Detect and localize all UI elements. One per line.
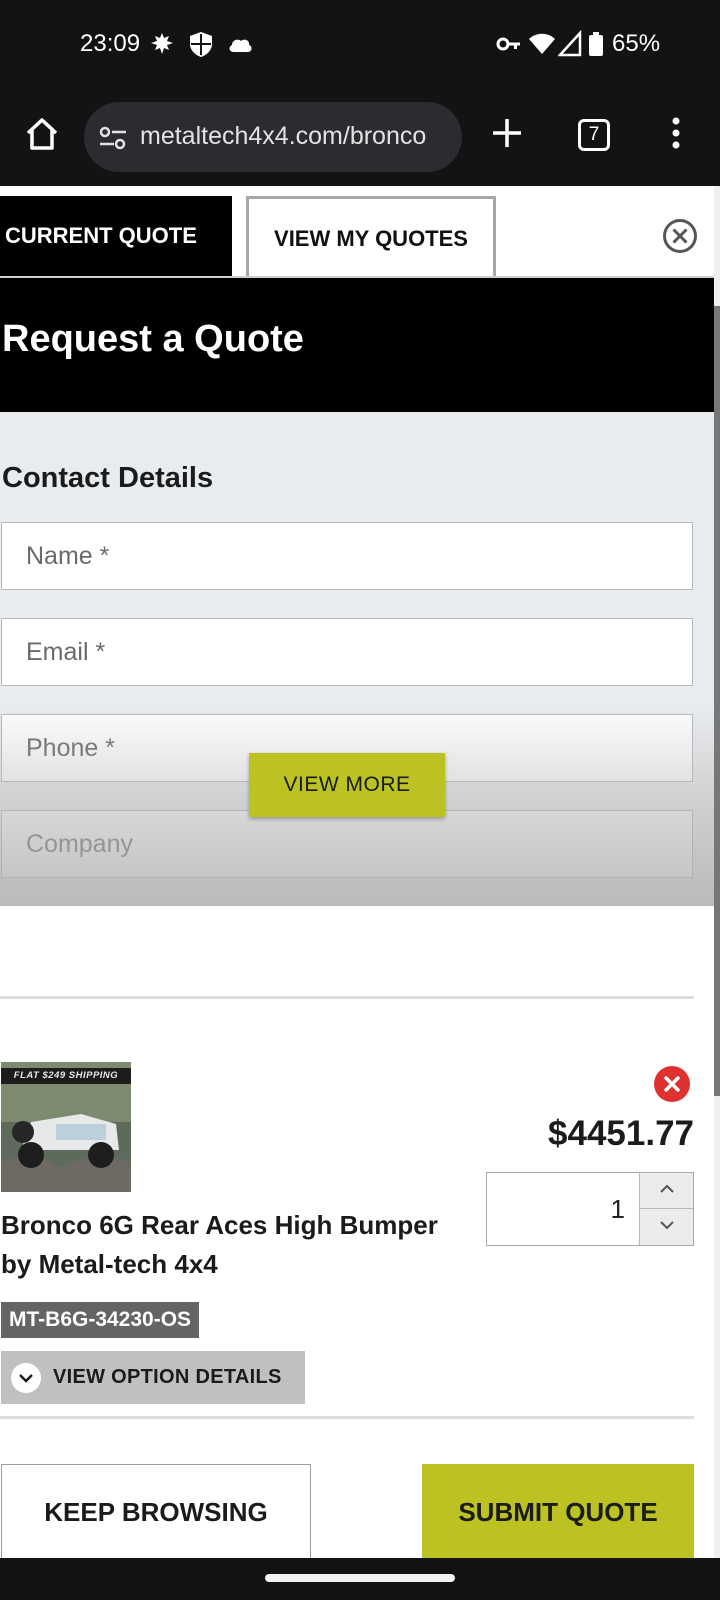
notification-icon	[148, 30, 176, 63]
url-text: metaltech4x4.com/bronco	[140, 122, 427, 150]
view-more-button[interactable]: VIEW MORE	[249, 753, 445, 817]
new-tab-icon[interactable]	[490, 116, 524, 155]
product-sku: MT-B6G-34230-OS	[1, 1302, 200, 1338]
shield-icon	[188, 30, 214, 63]
gesture-handle[interactable]	[265, 1574, 455, 1582]
divider	[0, 1416, 694, 1419]
battery-icon	[588, 30, 604, 63]
quote-header: Request a Quote	[0, 278, 714, 412]
quantity-stepper	[486, 1172, 694, 1246]
contact-details-heading: Contact Details	[2, 462, 214, 494]
navigation-bar	[0, 1558, 720, 1600]
url-bar[interactable]: metaltech4x4.com/bronco	[84, 102, 462, 172]
contact-details-section: Contact Details	[0, 412, 714, 906]
cloud-icon	[226, 30, 254, 63]
view-option-details-button[interactable]: VIEW OPTION DETAILS	[1, 1351, 305, 1404]
site-settings-icon[interactable]	[98, 124, 128, 157]
page-title: Request a Quote	[2, 318, 304, 360]
company-field[interactable]	[1, 810, 693, 878]
email-field[interactable]	[1, 618, 693, 686]
quantity-increase-button[interactable]	[639, 1173, 693, 1209]
keep-browsing-button[interactable]: KEEP BROWSING	[1, 1464, 311, 1558]
name-field[interactable]	[1, 522, 693, 590]
tab-switcher-button[interactable]: 7	[578, 119, 610, 151]
product-name[interactable]: Bronco 6G Rear Aces High Bumper by Metal…	[1, 1206, 471, 1284]
submit-quote-button[interactable]: SUBMIT QUOTE	[422, 1464, 694, 1558]
scrollbar-thumb[interactable]	[714, 306, 720, 1096]
browser-toolbar: metaltech4x4.com/bronco 7	[0, 90, 720, 186]
vpn-key-icon	[496, 30, 522, 63]
status-bar: 23:09 65%	[0, 0, 720, 90]
quantity-input[interactable]	[487, 1173, 639, 1245]
quantity-decrease-button[interactable]	[639, 1209, 693, 1245]
home-icon[interactable]	[22, 114, 62, 154]
view-option-details-label: VIEW OPTION DETAILS	[53, 1366, 282, 1388]
divider	[0, 996, 694, 999]
status-time: 23:09	[80, 30, 141, 57]
chevron-down-icon	[11, 1363, 41, 1393]
tab-view-my-quotes[interactable]: VIEW MY QUOTES	[246, 196, 496, 278]
wifi-icon	[528, 30, 556, 63]
web-page: CURRENT QUOTE VIEW MY QUOTES Request a Q…	[0, 186, 720, 1558]
product-badge: FLAT $249 SHIPPING	[1, 1068, 131, 1084]
tab-current-quote[interactable]: CURRENT QUOTE	[0, 196, 232, 276]
signal-icon	[557, 29, 582, 63]
battery-percent: 65%	[612, 30, 661, 57]
remove-item-button[interactable]	[654, 1066, 690, 1102]
product-image[interactable]: FLAT $249 SHIPPING	[1, 1062, 131, 1192]
close-icon[interactable]	[662, 218, 698, 254]
more-menu-icon[interactable]	[670, 116, 682, 155]
item-price: $4451.77	[548, 1114, 694, 1153]
